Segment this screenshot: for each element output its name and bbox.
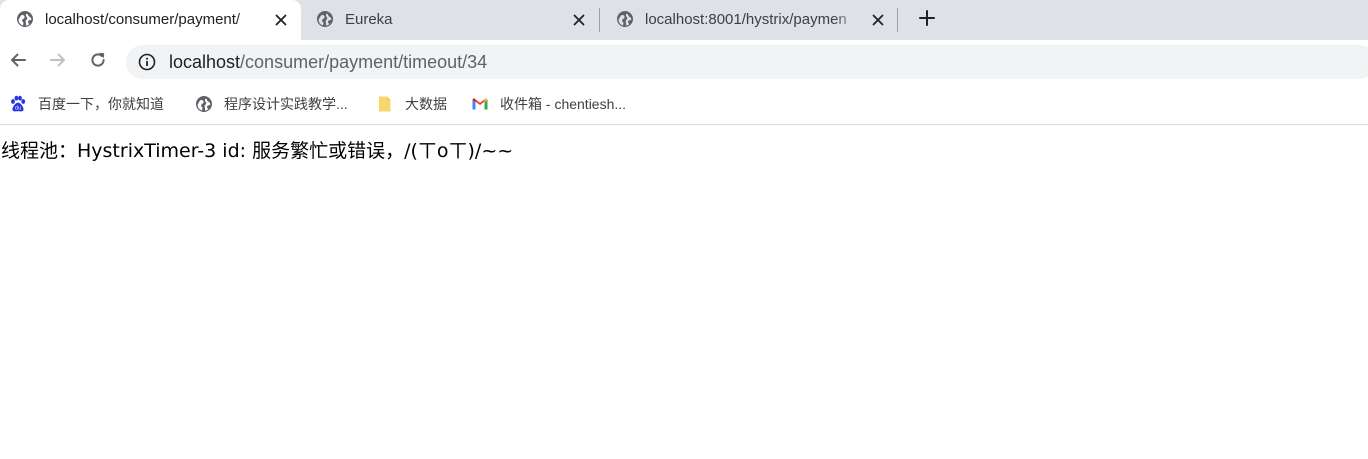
bookmark-label: 收件箱 - chentiesh...	[500, 96, 627, 112]
globe-icon	[195, 95, 213, 113]
tab-title: localhost:8001/hystrix/paymen	[645, 11, 847, 28]
globe-icon	[316, 10, 334, 28]
baidu-paw-icon: du	[9, 95, 27, 113]
reload-icon	[89, 51, 107, 74]
bookmark-label: 百度一下，你就知道	[38, 96, 164, 112]
plus-icon	[919, 9, 935, 31]
url-text[interactable]: localhost/consumer/payment/timeout/34	[169, 52, 487, 72]
tab-title: localhost/consumer/payment/	[45, 11, 241, 28]
tab-title: Eureka	[345, 11, 393, 28]
bookmark-gmail[interactable]: 收件箱 - chentiesh...	[471, 94, 626, 114]
page-content: 线程池：HystrixTimer-3 id: 服务繁忙或错误，/(ㄒoㄒ)/~~	[0, 126, 1368, 459]
close-tab-icon[interactable]	[272, 11, 290, 29]
bookmarks-bar: du 百度一下，你就知道 程序设计实践教学... 大数据 收件箱 - chent…	[0, 84, 1368, 125]
arrow-right-icon	[49, 51, 67, 74]
bookmark-course[interactable]: 程序设计实践教学...	[195, 94, 348, 114]
reload-button[interactable]	[84, 48, 112, 76]
tab-2[interactable]: Eureka	[300, 0, 600, 40]
close-tab-icon[interactable]	[869, 11, 887, 29]
site-info-icon[interactable]	[138, 53, 156, 71]
tab-separator	[897, 8, 898, 32]
url-host: localhost	[169, 52, 241, 72]
new-tab-button[interactable]	[914, 7, 940, 33]
url-path: /consumer/payment/timeout/34	[240, 52, 488, 72]
response-text: 线程池：HystrixTimer-3 id: 服务繁忙或错误，/(ㄒoㄒ)/~~	[1, 140, 514, 162]
bookmark-label: 程序设计实践教学...	[224, 96, 348, 112]
back-button[interactable]	[4, 48, 32, 76]
gmail-icon	[471, 95, 489, 113]
globe-icon	[16, 10, 34, 28]
tab-3[interactable]: localhost:8001/hystrix/paymen	[600, 0, 898, 40]
globe-icon	[616, 10, 634, 28]
bookmark-folder-bigdata[interactable]: 大数据	[376, 94, 447, 114]
close-tab-icon[interactable]	[570, 11, 588, 29]
folder-icon	[376, 95, 394, 113]
navigation-toolbar: localhost/consumer/payment/timeout/34	[0, 40, 1368, 84]
bookmark-label: 大数据	[405, 96, 447, 112]
svg-text:du: du	[15, 106, 21, 112]
forward-button[interactable]	[44, 48, 72, 76]
address-bar[interactable]: localhost/consumer/payment/timeout/34	[126, 45, 1368, 79]
arrow-left-icon	[9, 51, 27, 74]
tab-1[interactable]: localhost/consumer/payment/	[0, 0, 301, 40]
tab-strip: localhost/consumer/payment/ Eureka local…	[0, 0, 1368, 40]
bookmark-baidu[interactable]: du 百度一下，你就知道	[9, 94, 164, 114]
